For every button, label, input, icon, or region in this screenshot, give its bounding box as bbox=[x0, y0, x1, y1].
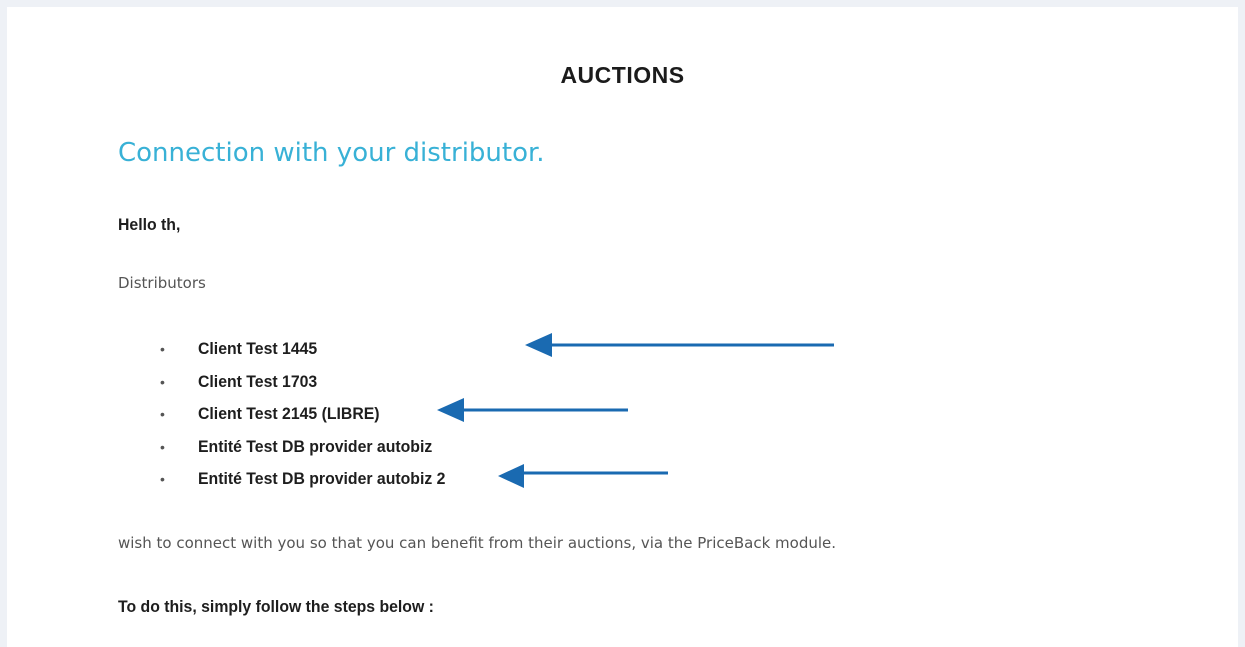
arrow-icon bbox=[498, 464, 668, 488]
arrow-icon bbox=[525, 333, 834, 357]
annotation-arrows bbox=[437, 333, 834, 488]
arrow-icon bbox=[437, 398, 628, 422]
